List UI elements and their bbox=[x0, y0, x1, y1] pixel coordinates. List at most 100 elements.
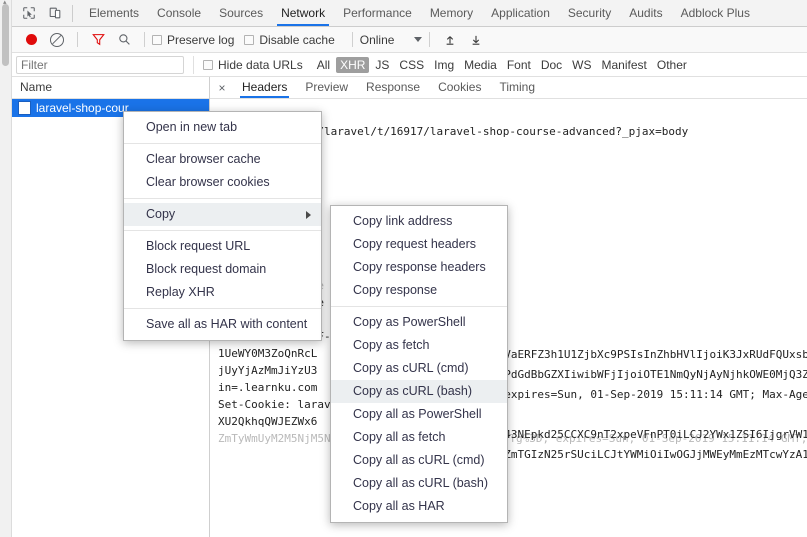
menu-item-copy-all-as-curl-bash[interactable]: Copy all as cURL (bash) bbox=[331, 472, 507, 495]
menu-item-copy-as-curl-cmd[interactable]: Copy as cURL (cmd) bbox=[331, 357, 507, 380]
detail-tabbar: × Headers Preview Response Cookies Timin… bbox=[210, 77, 807, 99]
clear-icon[interactable] bbox=[44, 27, 70, 53]
toolbar-divider bbox=[144, 32, 145, 47]
toolbar-divider bbox=[351, 32, 353, 47]
toolbar-divider bbox=[77, 32, 78, 47]
menu-item-copy-response-headers[interactable]: Copy response headers bbox=[331, 256, 507, 279]
menu-separator bbox=[124, 308, 321, 309]
import-har-icon[interactable] bbox=[437, 27, 463, 53]
menu-item-copy-all-as-fetch[interactable]: Copy all as fetch bbox=[331, 426, 507, 449]
hide-data-urls-checkbox[interactable]: Hide data URLs bbox=[203, 58, 303, 72]
menu-item-copy-request-headers[interactable]: Copy request headers bbox=[331, 233, 507, 256]
throttling-select[interactable]: Online bbox=[360, 33, 423, 47]
menu-item-copy-as-curl-bash[interactable]: Copy as cURL (bash) bbox=[331, 380, 507, 403]
filter-type-js[interactable]: JS bbox=[371, 57, 393, 73]
header-line-cookie-domain: in=.learnku.com bbox=[218, 381, 318, 394]
checkbox-box bbox=[203, 59, 213, 70]
record-icon[interactable] bbox=[18, 27, 44, 53]
preserve-log-checkbox[interactable]: Preserve log bbox=[152, 33, 234, 47]
filter-input[interactable] bbox=[16, 55, 184, 74]
device-toolbar-icon[interactable] bbox=[42, 0, 68, 26]
filter-type-doc[interactable]: Doc bbox=[537, 57, 566, 73]
throttling-value: Online bbox=[359, 32, 395, 47]
tab-preview[interactable]: Preview bbox=[296, 77, 357, 98]
tab-audits[interactable]: Audits bbox=[620, 0, 671, 26]
hide-data-urls-label: Hide data URLs bbox=[218, 57, 303, 72]
inspect-element-icon[interactable] bbox=[16, 0, 42, 26]
header-line-cookie-cont-1: 1UeWY0M3ZoQnRcL bbox=[218, 347, 318, 360]
menu-item-copy-as-powershell[interactable]: Copy as PowerShell bbox=[331, 311, 507, 334]
devtools-root: Elements Console Sources Network Perform… bbox=[12, 0, 807, 537]
tab-elements[interactable]: Elements bbox=[80, 0, 148, 26]
network-toolbar: Preserve log Disable cache Online bbox=[12, 27, 807, 53]
menu-separator bbox=[124, 143, 321, 144]
tab-application[interactable]: Application bbox=[482, 0, 559, 26]
filter-type-other[interactable]: Other bbox=[653, 57, 691, 73]
menu-item-clear-browser-cookies[interactable]: Clear browser cookies bbox=[124, 171, 321, 194]
tab-timing[interactable]: Timing bbox=[490, 77, 544, 98]
page-scrollbar[interactable]: ▴ bbox=[0, 0, 12, 537]
tab-sources[interactable]: Sources bbox=[210, 0, 272, 26]
scrollbar-thumb[interactable] bbox=[2, 4, 9, 66]
menu-item-copy-as-fetch[interactable]: Copy as fetch bbox=[331, 334, 507, 357]
tab-network[interactable]: Network bbox=[272, 0, 334, 26]
checkbox-box bbox=[244, 34, 255, 45]
tab-adblock-plus[interactable]: Adblock Plus bbox=[672, 0, 759, 26]
filter-divider bbox=[193, 55, 194, 74]
tab-cookies[interactable]: Cookies bbox=[429, 77, 490, 98]
filter-funnel-icon[interactable] bbox=[85, 27, 111, 53]
menu-item-clear-browser-cache[interactable]: Clear browser cache bbox=[124, 148, 321, 171]
menu-separator bbox=[124, 198, 321, 199]
menu-item-replay-xhr[interactable]: Replay XHR bbox=[124, 281, 321, 304]
toolbar-separator bbox=[72, 4, 73, 22]
tab-console[interactable]: Console bbox=[148, 0, 210, 26]
tab-memory[interactable]: Memory bbox=[421, 0, 482, 26]
devtools-tabbar: Elements Console Sources Network Perform… bbox=[12, 0, 807, 27]
preserve-log-label: Preserve log bbox=[167, 32, 235, 47]
search-icon[interactable] bbox=[111, 27, 137, 53]
menu-item-block-request-domain[interactable]: Block request domain bbox=[124, 258, 321, 281]
menu-separator bbox=[124, 230, 321, 231]
tab-security[interactable]: Security bbox=[559, 0, 620, 26]
copy-submenu[interactable]: Copy link address Copy request headers C… bbox=[330, 205, 508, 523]
filter-bar: Hide data URLs All XHR JS CSS Img Media … bbox=[12, 53, 807, 77]
header-line-session-cont-1: XU2QkhqQWJEZWx6 bbox=[218, 415, 318, 428]
menu-item-block-request-url[interactable]: Block request URL bbox=[124, 235, 321, 258]
header-line-session-cont-2: ZmTyWmUyM2M5NjM5NDQxNz1mZWV1NDY3YzE1OTEw… bbox=[218, 432, 807, 445]
menu-item-copy[interactable]: Copy bbox=[124, 203, 321, 226]
disable-cache-checkbox[interactable]: Disable cache bbox=[244, 32, 335, 47]
filter-type-img[interactable]: Img bbox=[430, 57, 458, 73]
menu-separator bbox=[331, 306, 507, 307]
filter-type-media[interactable]: Media bbox=[460, 57, 501, 73]
menu-item-copy-label: Copy bbox=[146, 207, 176, 221]
close-icon[interactable]: × bbox=[214, 81, 230, 95]
request-context-menu[interactable]: Open in new tab Clear browser cache Clea… bbox=[123, 111, 322, 341]
disable-cache-label: Disable cache bbox=[259, 32, 335, 47]
filter-type-font[interactable]: Font bbox=[503, 57, 535, 73]
filter-type-all[interactable]: All bbox=[313, 57, 334, 73]
filter-type-css[interactable]: CSS bbox=[395, 57, 428, 73]
chevron-right-icon bbox=[306, 210, 311, 219]
menu-item-copy-all-as-har[interactable]: Copy all as HAR bbox=[331, 495, 507, 518]
menu-item-copy-all-as-powershell[interactable]: Copy all as PowerShell bbox=[331, 403, 507, 426]
tab-headers[interactable]: Headers bbox=[233, 77, 296, 98]
toolbar-divider bbox=[429, 32, 431, 47]
filter-type-xhr[interactable]: XHR bbox=[336, 56, 370, 73]
menu-item-save-all-as-har-with-content[interactable]: Save all as HAR with content bbox=[124, 313, 321, 336]
request-list-column-header: Name bbox=[12, 77, 209, 99]
filter-type-ws[interactable]: WS bbox=[568, 57, 595, 73]
request-name: laravel-shop-cour bbox=[36, 101, 129, 115]
document-icon bbox=[18, 101, 31, 115]
checkbox-box bbox=[152, 34, 162, 45]
tab-response[interactable]: Response bbox=[357, 77, 429, 98]
export-har-icon[interactable] bbox=[463, 27, 489, 53]
menu-item-open-in-new-tab[interactable]: Open in new tab bbox=[124, 116, 321, 139]
filter-type-manifest[interactable]: Manifest bbox=[598, 57, 651, 73]
menu-item-copy-link-address[interactable]: Copy link address bbox=[331, 210, 507, 233]
menu-item-copy-all-as-curl-cmd[interactable]: Copy all as cURL (cmd) bbox=[331, 449, 507, 472]
chevron-down-icon bbox=[414, 37, 423, 42]
devtools-window: ▴ Elements Console Sources Network Perfo… bbox=[0, 0, 807, 537]
menu-item-copy-response[interactable]: Copy response bbox=[331, 279, 507, 302]
tab-performance[interactable]: Performance bbox=[334, 0, 421, 26]
header-line-set-cookie-session: Set-Cookie: larav bbox=[218, 398, 331, 411]
